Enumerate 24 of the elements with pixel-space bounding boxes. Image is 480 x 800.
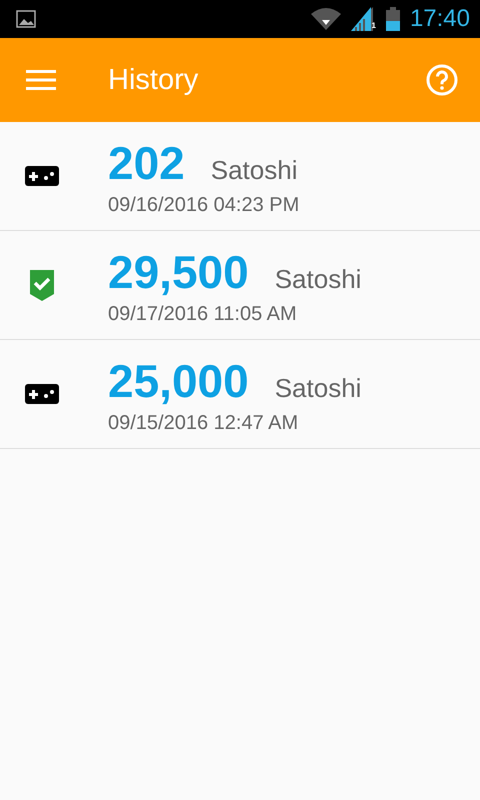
unit-label: Satoshi <box>274 264 362 294</box>
sim-number: 1 <box>371 21 376 30</box>
date-time: 09/15/2016 12:47 AM <box>108 412 300 434</box>
battery-icon <box>386 7 400 31</box>
screen-title: History <box>108 64 200 96</box>
history-item[interactable]: 29,500 Satoshi 09/17/2016 11:05 AM <box>0 231 480 340</box>
history-item[interactable]: 25,000 Satoshi 09/15/2016 12:47 AM <box>0 340 480 449</box>
signal-icon <box>351 7 374 31</box>
unit-label: Satoshi <box>274 372 362 404</box>
date-time: 09/17/2016 11:05 AM <box>108 302 298 326</box>
amount: 202 <box>108 136 185 190</box>
gamepad-icon <box>25 166 59 186</box>
clock-time: 17:40 <box>410 5 470 33</box>
menu-icon[interactable] <box>26 69 56 91</box>
image-icon <box>16 10 36 28</box>
wifi-icon <box>311 8 342 30</box>
shield-check-icon <box>28 268 56 302</box>
date-time: 09/16/2016 04:23 PM <box>108 194 300 216</box>
amount: 29,500 <box>108 244 249 298</box>
help-icon[interactable] <box>426 64 458 96</box>
amount: 25,000 <box>108 354 249 408</box>
unit-label: Satoshi <box>210 154 298 186</box>
gamepad-icon <box>25 384 59 404</box>
history-item[interactable]: 202 Satoshi 09/16/2016 04:23 PM <box>0 122 480 231</box>
